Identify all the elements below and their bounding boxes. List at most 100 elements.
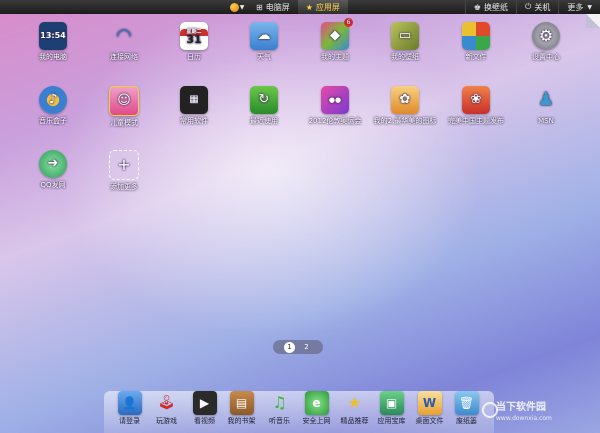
app-my-theme[interactable]: ◆ 6 我的主题	[300, 18, 370, 61]
app-recent[interactable]: ↻ 最近使用	[229, 86, 299, 125]
software-icon: ▦	[180, 86, 208, 114]
top-bar: ▼ ⊞ 电脑屏 ★ 应用屏 ♚ 换壁纸 ⏻ 关机 更多 ▼	[0, 0, 600, 14]
recent-icon: ↻	[250, 86, 278, 114]
gear-icon: ⚙	[532, 22, 560, 50]
app-my-computer[interactable]: 13:54 我的电脑	[18, 22, 88, 61]
logo-icon	[229, 2, 239, 12]
more-button[interactable]: 更多 ▼	[558, 0, 600, 14]
app-qq-arrow[interactable]: ➜ QQ发网	[18, 150, 88, 189]
music-icon: ♫	[272, 393, 287, 412]
calendar-day: 31	[186, 32, 202, 46]
dock-item-safe-browse[interactable]: e 安全上网	[298, 391, 335, 425]
windows-icon: ⊞	[256, 2, 263, 12]
game-icon: ✿	[391, 86, 419, 114]
app-label: 天气	[257, 53, 271, 61]
msn-icon: ♟	[537, 89, 555, 110]
dock-item-video[interactable]: ▶ 看视频	[186, 391, 223, 425]
page-curl[interactable]	[586, 14, 600, 28]
app-game-icons[interactable]: ✿ 我的2,最华美的图标	[370, 86, 440, 125]
theme-china-icon: ❀	[462, 86, 490, 114]
app-add-more[interactable]: + 添加更多	[89, 150, 159, 191]
dock-item-login[interactable]: 👤 请登录	[111, 391, 148, 425]
dock-label: 桌面文件	[415, 417, 444, 425]
qq-arrow-icon: ➜	[39, 150, 67, 178]
kid-mode-icon: ☺	[109, 86, 139, 116]
dock-label: 废纸篓	[456, 417, 477, 425]
page-dot-1[interactable]: 1	[284, 341, 295, 353]
watermark-title: 当下软件园	[496, 402, 546, 413]
app-my-wallpaper[interactable]: ▭ 我的壁纸	[370, 22, 440, 61]
computer-icon: 13:54	[39, 22, 67, 50]
app-weather[interactable]: ☁ 天气	[229, 22, 299, 61]
ie-icon: e	[304, 391, 329, 415]
app-label: 完美中国主题发布	[448, 117, 504, 125]
app-new-file[interactable]: 新文件	[441, 22, 511, 61]
app-label: 设置中心	[532, 53, 560, 61]
start-menu-button[interactable]: ▼	[226, 1, 248, 13]
shirt-icon: ♚	[473, 2, 482, 12]
dock-item-recommend[interactable]: ★ 精品推荐	[336, 391, 373, 426]
app-label: 2012伦敦奥运会	[308, 117, 362, 125]
app-calendar[interactable]: 星期二 31 日历	[159, 22, 229, 61]
dock-bar: 👤 请登录 🕹 玩游戏 ▶ 看视频 ▤ 我的书架 ♫ 听音乐 e 安全上网 ★ …	[104, 391, 494, 433]
dock-item-trash[interactable]: 🗑 废纸篓	[448, 391, 485, 425]
page-dot-2[interactable]: 2	[301, 342, 312, 353]
dock-label: 安全上网	[302, 417, 331, 425]
chevron-down-icon: ▼	[587, 3, 592, 11]
dock-item-bookshelf[interactable]: ▤ 我的书架	[223, 391, 260, 425]
app-china-theme[interactable]: ❀ 完美中国主题发布	[441, 86, 511, 125]
tab-computer-screen[interactable]: ⊞ 电脑屏	[248, 0, 298, 14]
shutdown-button[interactable]: ⏻ 关机	[516, 0, 558, 14]
weather-icon: ☁	[250, 22, 278, 50]
add-more-icon: +	[109, 150, 139, 180]
shutdown-label: 关机	[534, 2, 551, 12]
more-label: 更多	[567, 2, 584, 12]
app-label: QQ发网	[40, 181, 66, 189]
top-bar-right: ♚ 换壁纸 ⏻ 关机 更多 ▼	[464, 0, 600, 14]
music-box-icon: ♪	[39, 86, 67, 114]
app-label: 我的壁纸	[391, 53, 419, 61]
tab-label: 电脑屏	[265, 2, 290, 12]
power-icon: ⏻	[525, 2, 532, 11]
dock-item-desktop-files[interactable]: W 桌面文件	[411, 391, 448, 425]
recommend-icon: ★	[347, 393, 362, 412]
app-label: 常用软件	[180, 117, 208, 125]
desktop-file-icon: W	[417, 391, 442, 415]
change-wallpaper-button[interactable]: ♚ 换壁纸	[464, 0, 516, 14]
app-label: 儿童模式	[110, 119, 138, 127]
watermark-url: www.downxia.com	[496, 415, 552, 422]
app-msn[interactable]: ♟ MSN	[511, 86, 581, 126]
app-kid-mode[interactable]: ☺ 儿童模式	[89, 86, 159, 127]
dock-item-music[interactable]: ♫ 听音乐	[261, 391, 298, 426]
calendar-icon: 星期二 31	[180, 22, 208, 50]
watermark: 当下软件园 www.downxia.com	[496, 402, 552, 424]
dock-label: 我的书架	[227, 417, 256, 425]
app-label: 音乐盒子	[39, 117, 67, 125]
app-label: 我的2,最华美的图标	[373, 117, 437, 125]
app-label: 最近使用	[250, 117, 278, 125]
joystick-icon: 🕹	[157, 395, 176, 411]
dock-label: 看视频	[194, 417, 215, 425]
app-label: 新文件	[465, 53, 487, 61]
app-connect-network[interactable]: ◠ 连接网络	[89, 22, 159, 62]
dock-item-app-store[interactable]: ▣ 应用宝库	[373, 391, 410, 425]
video-icon: ▶	[192, 391, 217, 415]
app-store-icon: ▣	[379, 391, 404, 415]
tab-app-screen[interactable]: ★ 应用屏	[297, 0, 348, 14]
app-london-2012[interactable]: ●● 2012伦敦奥运会	[300, 86, 370, 125]
dock-label: 请登录	[119, 417, 140, 425]
app-label: 日历	[187, 53, 201, 61]
newfile-icon	[462, 22, 490, 50]
dock-label: 精品推荐	[340, 417, 369, 425]
bookshelf-icon: ▤	[229, 391, 254, 415]
user-icon: 👤	[117, 391, 142, 415]
dock-item-games[interactable]: 🕹 玩游戏	[148, 391, 185, 425]
page-indicator: 1 2	[273, 340, 323, 354]
app-label: 连接网络	[110, 53, 138, 61]
app-settings-center[interactable]: ⚙ 设置中心	[511, 22, 581, 61]
app-music-box[interactable]: ♪ 音乐盒子	[18, 86, 88, 125]
trash-icon: 🗑	[454, 391, 479, 415]
app-common-software[interactable]: ▦ 常用软件	[159, 86, 229, 125]
wifi-icon: ◠	[116, 25, 132, 46]
dock-label: 听音乐	[269, 417, 290, 425]
